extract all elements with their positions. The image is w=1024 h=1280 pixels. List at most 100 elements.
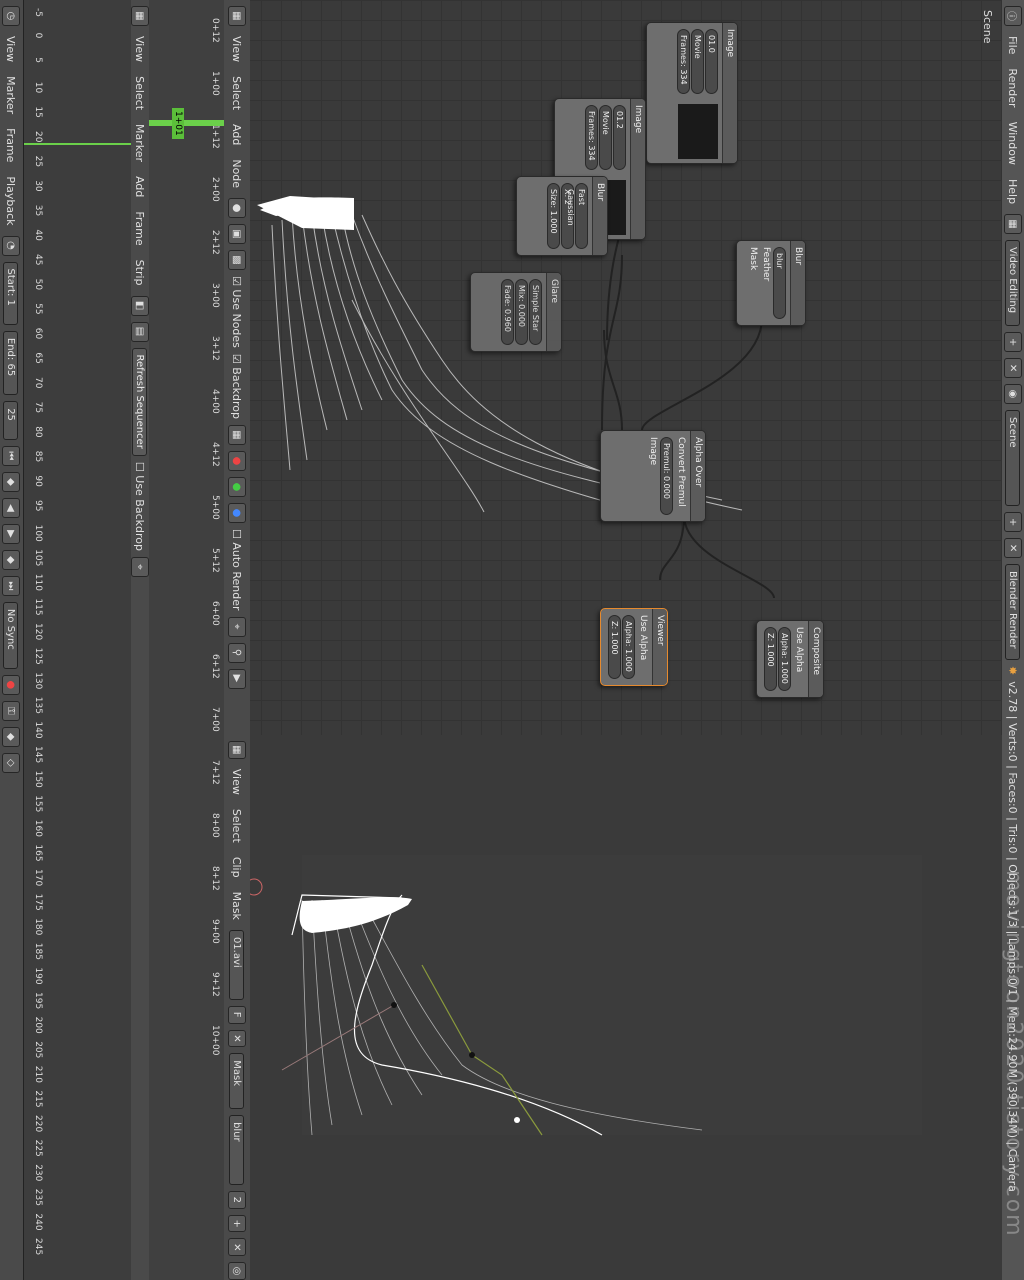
use-alpha-checkbox[interactable]: Use Alpha: [636, 615, 649, 679]
mode-select[interactable]: Mask: [229, 1053, 245, 1110]
menu-frame[interactable]: Frame: [134, 207, 147, 249]
editor-type-icon[interactable]: ▦: [228, 6, 246, 26]
mode-field[interactable]: Movie: [599, 105, 612, 170]
menu-view[interactable]: View: [5, 32, 18, 66]
display-mode-icon[interactable]: ▤: [131, 321, 149, 342]
delete-keyframe-icon[interactable]: ◇: [2, 752, 20, 773]
premul-field[interactable]: Premul: 0.000: [660, 437, 673, 515]
next-keyframe-icon[interactable]: ◆: [2, 549, 20, 570]
jump-start-icon[interactable]: ⏮: [2, 445, 20, 466]
node-image-1[interactable]: Image 01.0 Movie Frames: 334: [646, 22, 738, 164]
menu-select[interactable]: Select: [134, 72, 147, 114]
prev-keyframe-icon[interactable]: ◆: [2, 471, 20, 492]
editor-type-icon[interactable]: ▦: [131, 6, 149, 26]
use-backdrop-checkbox[interactable]: ☐ Use Backdrop: [134, 462, 147, 551]
menu-playback[interactable]: Playback: [5, 172, 18, 229]
channel-rgb-icon[interactable]: ▦: [228, 424, 246, 445]
editor-type-icon[interactable]: ⓘ: [1004, 6, 1022, 26]
menu-frame[interactable]: Frame: [5, 124, 18, 166]
node-alpha-over[interactable]: Alpha Over Convert Premul Premul: 0.000 …: [600, 430, 706, 522]
menu-mask[interactable]: Mask: [231, 888, 244, 924]
menu-select[interactable]: Select: [231, 72, 244, 114]
record-icon[interactable]: ●: [2, 674, 20, 695]
frames-field[interactable]: Frames: 334: [585, 105, 598, 170]
glare-fade-field[interactable]: Fade: 0.960: [501, 279, 514, 345]
menu-strip[interactable]: Strip: [134, 256, 147, 290]
menu-node[interactable]: Node: [231, 155, 244, 192]
preview-range-icon[interactable]: ◔: [2, 235, 20, 256]
editor-type-icon[interactable]: ◷: [2, 6, 20, 26]
pivot-icon[interactable]: ◎: [228, 1262, 246, 1280]
texture-nodes-icon[interactable]: ▩: [228, 250, 246, 271]
menu-window[interactable]: Window: [1007, 118, 1020, 169]
menu-render[interactable]: Render: [1007, 64, 1020, 111]
add-scene-icon[interactable]: +: [1004, 512, 1022, 533]
menu-marker[interactable]: Marker: [5, 72, 18, 118]
node-composite[interactable]: Composite Use Alpha Alpha: 1.000 Z: 1.00…: [756, 620, 824, 698]
render-engine-select[interactable]: Blender Render: [1005, 564, 1021, 661]
layout-grid-icon[interactable]: ▦: [1004, 214, 1022, 235]
menu-add[interactable]: Add: [134, 172, 147, 201]
add-mask-icon[interactable]: +: [228, 1214, 246, 1233]
add-layout-icon[interactable]: +: [1004, 332, 1022, 353]
node-editor[interactable]: Scene Scene: [250, 0, 1002, 735]
use-nodes-checkbox[interactable]: ☑ Use Nodes: [231, 276, 244, 348]
viewer-alpha-field[interactable]: Alpha: 1.000: [622, 615, 635, 679]
blur-type-field[interactable]: Fast Gaussian: [566, 183, 588, 249]
menu-view[interactable]: View: [134, 32, 147, 66]
keying-set-icon[interactable]: ⚿: [2, 700, 20, 721]
blur-size-field[interactable]: Size: 1.000: [547, 183, 560, 249]
remove-layout-icon[interactable]: ✕: [1004, 358, 1022, 379]
node-glare[interactable]: Glare Simple Star Mix: 0.000 Fade: 0.960: [470, 272, 562, 352]
layout-select[interactable]: Video Editing: [1005, 240, 1021, 327]
pin-icon[interactable]: ⚲: [228, 642, 246, 663]
menu-select[interactable]: Select: [231, 805, 244, 847]
clip-field[interactable]: 01.0: [705, 29, 718, 94]
node-mask[interactable]: Blur blur Feather Mask: [736, 240, 806, 326]
menu-view[interactable]: View: [231, 32, 244, 66]
shader-nodes-icon[interactable]: ●: [228, 198, 246, 219]
menu-help[interactable]: Help: [1007, 175, 1020, 208]
menu-marker[interactable]: Marker: [134, 120, 147, 166]
sync-mode-select[interactable]: No Sync: [3, 601, 19, 669]
node-viewer[interactable]: Viewer Use Alpha Alpha: 1.000 Z: 1.000: [600, 608, 668, 686]
viewer-z-field[interactable]: Z: 1.000: [608, 615, 621, 679]
view-type-icon[interactable]: ◧: [131, 295, 149, 316]
menu-add[interactable]: Add: [231, 120, 244, 149]
frames-field[interactable]: Frames: 334: [677, 29, 690, 94]
compositing-nodes-icon[interactable]: ▣: [228, 224, 246, 245]
composite-alpha-field[interactable]: Alpha: 1.000: [778, 627, 791, 691]
use-alpha-checkbox[interactable]: Use Alpha: [792, 627, 805, 691]
node-blur[interactable]: Blur Fast Gaussian X: 2 Size: 1.000: [516, 176, 608, 256]
jump-end-icon[interactable]: ⏭: [2, 575, 20, 596]
glare-mix-field[interactable]: Mix: 0.000: [515, 279, 528, 345]
mode-field[interactable]: Movie: [691, 29, 704, 94]
channel-blue-icon[interactable]: ●: [228, 502, 246, 523]
composite-z-field[interactable]: Z: 1.000: [764, 627, 777, 691]
channel-green-icon[interactable]: ●: [228, 476, 246, 497]
backdrop-checkbox[interactable]: ☑ Backdrop: [231, 354, 244, 419]
convert-premul-checkbox[interactable]: Convert Premul: [674, 437, 687, 515]
snap-icon[interactable]: ⌖: [228, 616, 246, 637]
unlink-mask-icon[interactable]: ✕: [228, 1238, 246, 1257]
glare-type-field[interactable]: Simple Star: [529, 279, 542, 345]
play-reverse-icon[interactable]: ◀: [2, 497, 20, 518]
scene-select[interactable]: Scene: [1005, 410, 1021, 507]
render-icon[interactable]: ▶: [228, 668, 246, 689]
feather-checkbox[interactable]: Feather: [759, 247, 772, 319]
start-field[interactable]: Start: 1: [3, 261, 19, 325]
menu-clip[interactable]: Clip: [231, 853, 244, 882]
clip-field[interactable]: 01.2: [613, 105, 626, 170]
remove-scene-icon[interactable]: ✕: [1004, 538, 1022, 559]
channel-red-icon[interactable]: ●: [228, 450, 246, 471]
clip-editor[interactable]: [250, 735, 1002, 1280]
insert-keyframe-icon[interactable]: ◆: [2, 726, 20, 747]
unlink-clip-icon[interactable]: ✕: [228, 1029, 246, 1048]
current-frame-field[interactable]: 25: [3, 401, 19, 440]
editor-type-icon[interactable]: ▦: [228, 741, 246, 759]
menu-file[interactable]: File: [1007, 32, 1020, 58]
snap-icon[interactable]: ⌖: [131, 557, 149, 577]
auto-render-checkbox[interactable]: ☐ Auto Render: [231, 529, 244, 611]
play-icon[interactable]: ▶: [2, 523, 20, 544]
fake-user-icon[interactable]: F: [228, 1005, 246, 1024]
